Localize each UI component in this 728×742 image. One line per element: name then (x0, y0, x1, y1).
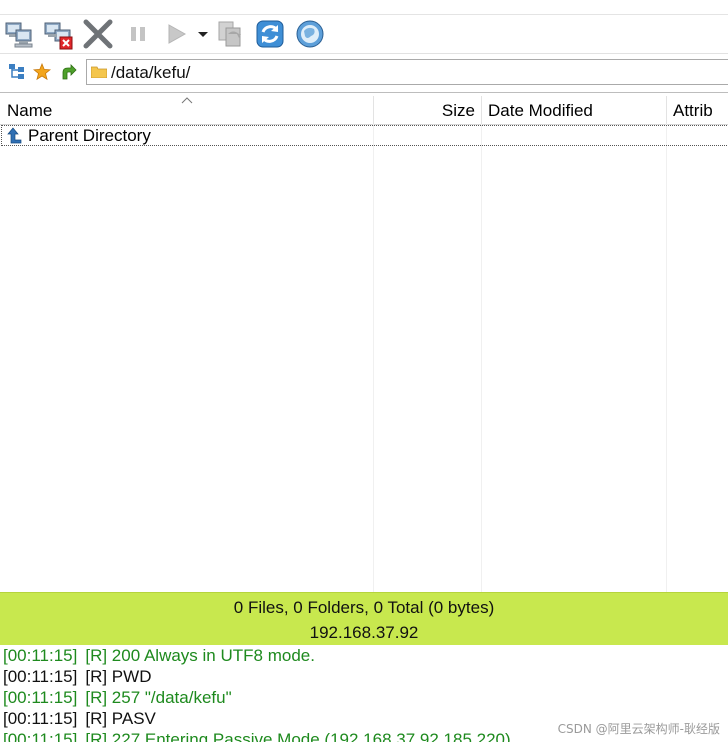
column-header: Name Size Date Modified Attrib (0, 96, 728, 125)
tree-view-icon (9, 64, 24, 79)
log-message: [R] 227 Entering Passive Mode (192,168,3… (85, 730, 511, 742)
x-icon (83, 19, 113, 49)
log-time: [00:11:15] (3, 688, 78, 707)
column-divider (666, 124, 667, 592)
log-time: [00:11:15] (3, 646, 78, 665)
watermark: CSDN @阿里云架构师-耿经版 (557, 722, 720, 736)
abort-button[interactable] (82, 18, 114, 50)
log-message: [R] PWD (85, 667, 152, 686)
transfer-button[interactable] (214, 18, 246, 50)
favorites-button[interactable] (32, 62, 52, 82)
status-summary: 0 Files, 0 Folders, 0 Total (0 bytes) (233, 598, 495, 617)
refresh-icon (256, 20, 284, 48)
column-divider (373, 124, 374, 592)
star-icon (33, 63, 51, 81)
log-time: [00:11:15] (3, 667, 78, 686)
up-folder-icon (62, 64, 77, 80)
connect-button[interactable] (3, 18, 35, 50)
status-bar: 0 Files, 0 Folders, 0 Total (0 bytes) 19… (0, 592, 728, 645)
up-folder-button[interactable] (58, 62, 78, 82)
disconnect-button[interactable] (42, 18, 74, 50)
log-line: [00:11:15] [R] PWD (3, 666, 151, 687)
start-queue-menu-button[interactable] (194, 18, 212, 50)
log-line: [00:11:15] [R] 227 Entering Passive Mode … (3, 729, 511, 742)
toolbar (0, 15, 728, 54)
sort-ascending-icon (181, 97, 193, 104)
refresh-button[interactable] (254, 18, 286, 50)
log-line: [00:11:15] [R] 257 "/data/kefu" (3, 687, 232, 708)
parent-directory-icon (7, 127, 22, 144)
log-time: [00:11:15] (3, 730, 78, 742)
log-time: [00:11:15] (3, 709, 78, 728)
log-line: [00:11:15] [R] PASV (3, 708, 156, 729)
address-bar: /data/kefu/ (0, 54, 728, 93)
tree-view-button[interactable] (7, 62, 27, 82)
folder-icon (91, 66, 107, 78)
column-header-size[interactable]: Size (374, 96, 482, 124)
log-message: [R] 200 Always in UTF8 mode. (85, 646, 315, 665)
column-header-attrib[interactable]: Attrib (667, 96, 728, 124)
play-icon (168, 24, 187, 44)
list-item-parent-directory[interactable]: Parent Directory (1, 125, 728, 146)
path-text: /data/kefu/ (111, 63, 191, 82)
pause-button[interactable] (122, 18, 154, 50)
column-header-date-modified[interactable]: Date Modified (482, 96, 667, 124)
start-queue-button[interactable] (160, 18, 192, 50)
dropdown-arrow-icon (198, 32, 208, 37)
log-message: [R] PASV (85, 709, 156, 728)
column-divider (481, 124, 482, 592)
pause-icon (131, 27, 145, 41)
computers-disconnect-icon (44, 22, 73, 50)
computers-icon (5, 22, 33, 48)
file-list: Name Size Date Modified Attrib Parent Di… (0, 96, 728, 592)
list-item-label: Parent Directory (28, 126, 151, 145)
status-host: 192.168.37.92 (309, 623, 419, 642)
log-line: [00:11:15] [R] 200 Always in UTF8 mode. (3, 645, 315, 666)
transfer-icon (218, 21, 241, 47)
web-button[interactable] (294, 18, 326, 50)
path-input[interactable]: /data/kefu/ (86, 59, 728, 85)
globe-icon (296, 20, 324, 48)
log-message: [R] 257 "/data/kefu" (85, 688, 232, 707)
